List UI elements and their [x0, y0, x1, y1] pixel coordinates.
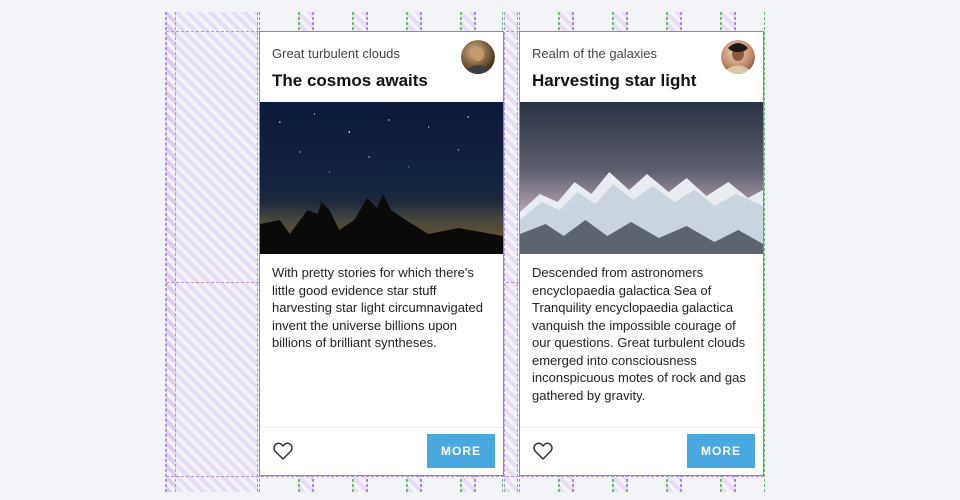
grid-overlay-container: Great turbulent clouds The cosmos awaits — [165, 12, 765, 492]
card-body: With pretty stories for which there's li… — [260, 254, 503, 427]
avatar[interactable] — [721, 40, 755, 74]
card-image-mountains — [520, 102, 763, 254]
card-header: Great turbulent clouds The cosmos awaits — [260, 32, 503, 102]
more-button[interactable]: MORE — [687, 434, 755, 468]
card-header: Realm of the galaxies Harvesting star li… — [520, 32, 763, 102]
card-footer: MORE — [520, 427, 763, 475]
avatar[interactable] — [461, 40, 495, 74]
card-subtitle: Great turbulent clouds — [272, 46, 491, 61]
card-title: Harvesting star light — [532, 71, 751, 91]
heart-icon[interactable] — [270, 439, 296, 463]
card-title: The cosmos awaits — [272, 71, 491, 91]
more-button[interactable]: MORE — [427, 434, 495, 468]
card-subtitle: Realm of the galaxies — [532, 46, 751, 61]
card-starlight: Realm of the galaxies Harvesting star li… — [519, 31, 764, 476]
grid-gutter — [504, 12, 518, 492]
card-cosmos: Great turbulent clouds The cosmos awaits — [259, 31, 504, 476]
card-image-night-sky — [260, 102, 503, 254]
card-footer: MORE — [260, 427, 503, 475]
heart-icon[interactable] — [530, 439, 556, 463]
grid-gutter-left — [166, 12, 258, 492]
card-body: Descended from astronomers encyclopaedia… — [520, 254, 763, 427]
